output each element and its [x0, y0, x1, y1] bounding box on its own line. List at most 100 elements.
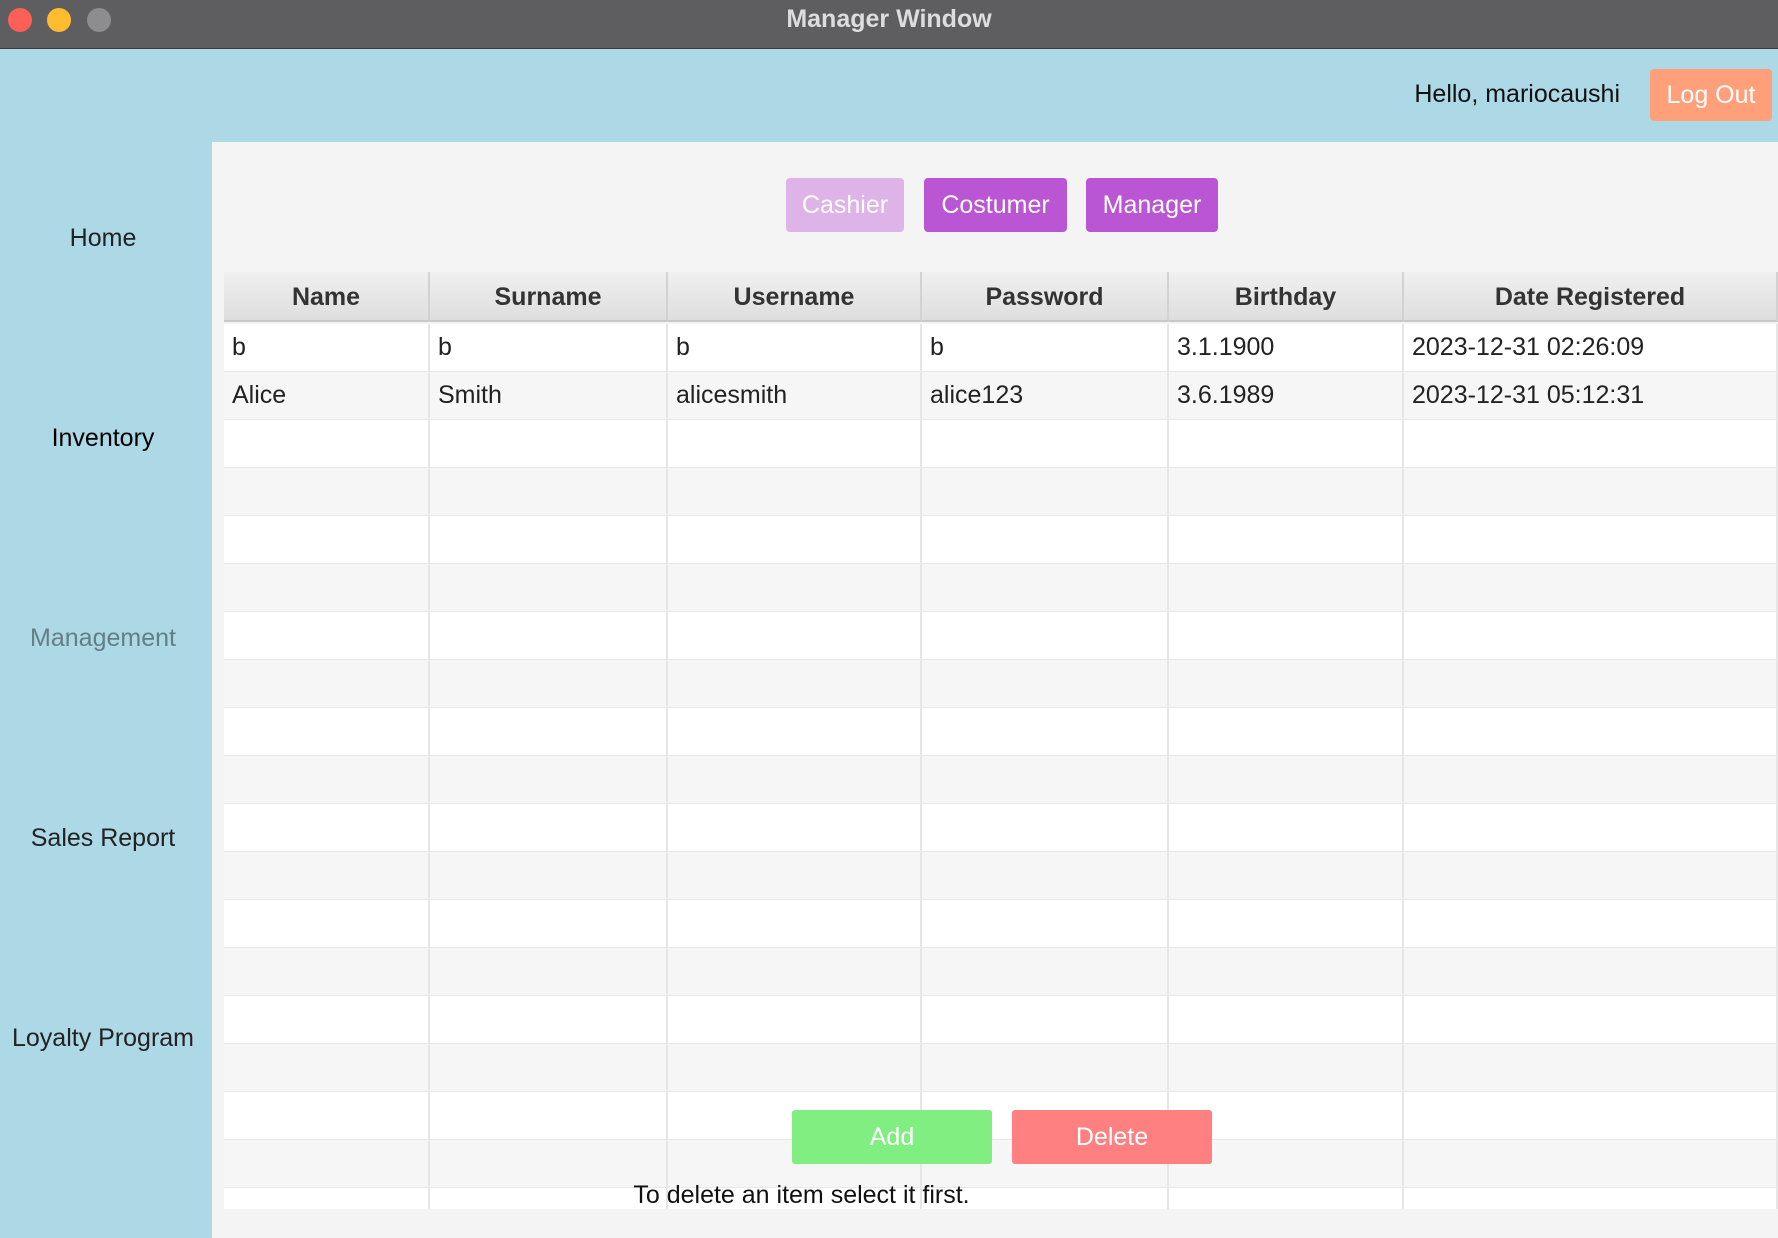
table-cell [668, 852, 922, 899]
table-cell [922, 660, 1169, 707]
table-cell [224, 708, 430, 755]
column-header-password[interactable]: Password [922, 272, 1169, 322]
table-cell [1169, 756, 1404, 803]
table-cell [430, 612, 668, 659]
table-cell: Alice [224, 372, 430, 419]
table-cell [430, 852, 668, 899]
table-cell: 2023-12-31 02:26:09 [1404, 324, 1778, 371]
table-cell [922, 468, 1169, 515]
table-row-empty[interactable] [224, 852, 1778, 900]
table-cell [224, 612, 430, 659]
delete-button[interactable]: Delete [1012, 1110, 1212, 1164]
table-cell [1404, 756, 1778, 803]
window-title: Manager Window [786, 5, 992, 33]
table-cell: b [430, 324, 668, 371]
table-cell [430, 516, 668, 563]
table-cell [668, 612, 922, 659]
table-cell [1404, 1092, 1778, 1139]
table-cell [1404, 804, 1778, 851]
column-header-username[interactable]: Username [668, 272, 922, 322]
table-cell: 2023-12-31 05:12:31 [1404, 372, 1778, 419]
table-cell [922, 996, 1169, 1043]
table-cell [668, 708, 922, 755]
table-cell [1404, 852, 1778, 899]
table-cell [224, 756, 430, 803]
table-cell: 3.1.1900 [1169, 324, 1404, 371]
table-cell: b [224, 324, 430, 371]
table-row-empty[interactable] [224, 1044, 1778, 1092]
table-cell [668, 420, 922, 467]
table-row-empty[interactable] [224, 516, 1778, 564]
table-row-empty[interactable] [224, 996, 1778, 1044]
sidebar-item-loyalty-program[interactable]: Loyalty Program [0, 1024, 206, 1053]
table-row-empty[interactable] [224, 660, 1778, 708]
table-cell [922, 708, 1169, 755]
table-cell [430, 1044, 668, 1091]
table-cell [668, 996, 922, 1043]
column-header-date-registered[interactable]: Date Registered [1404, 272, 1778, 322]
table-cell [430, 1140, 668, 1187]
table-row-empty[interactable] [224, 468, 1778, 516]
table-row[interactable]: b b b b 3.1.1900 2023-12-31 02:26:09 [224, 324, 1778, 372]
table-cell [1169, 468, 1404, 515]
table-cell [668, 756, 922, 803]
table-cell [430, 756, 668, 803]
table-row[interactable]: Alice Smith alicesmith alice123 3.6.1989 2023… [224, 372, 1778, 420]
table-cell [922, 756, 1169, 803]
table-cell [224, 900, 430, 947]
users-table[interactable]: Name Surname Username Password Birthday … [224, 272, 1778, 1209]
add-button[interactable]: Add [792, 1110, 992, 1164]
role-cashier-button[interactable]: Cashier [786, 178, 904, 232]
table-cell [1404, 900, 1778, 947]
column-header-name[interactable]: Name [224, 272, 430, 322]
table-cell [1169, 852, 1404, 899]
table-cell [1404, 420, 1778, 467]
greeting-text: Hello, mariocaushi [1414, 80, 1620, 108]
table-cell [430, 996, 668, 1043]
table-row-empty[interactable] [224, 900, 1778, 948]
table-cell [1169, 1044, 1404, 1091]
table-cell [922, 1044, 1169, 1091]
role-costumer-button[interactable]: Costumer [924, 178, 1067, 232]
table-cell: b [922, 324, 1169, 371]
column-header-surname[interactable]: Surname [430, 272, 668, 322]
table-cell [224, 420, 430, 467]
table-row-empty[interactable] [224, 1092, 1778, 1140]
title-bar: Manager Window [0, 0, 1778, 49]
table-cell [1404, 468, 1778, 515]
main-panel: Cashier Costumer Manager Name Surname Us… [212, 142, 1778, 1238]
table-cell [1404, 1188, 1778, 1209]
table-row-empty[interactable] [224, 948, 1778, 996]
table-cell [1169, 420, 1404, 467]
table-cell [430, 468, 668, 515]
sidebar-item-sales-report[interactable]: Sales Report [0, 824, 206, 853]
table-row-empty[interactable] [224, 756, 1778, 804]
table-cell [430, 708, 668, 755]
table-cell [922, 948, 1169, 995]
table-row-empty[interactable] [224, 612, 1778, 660]
table-cell [224, 804, 430, 851]
table-row-empty[interactable] [224, 708, 1778, 756]
table-row-empty[interactable] [224, 804, 1778, 852]
table-row-empty[interactable] [224, 564, 1778, 612]
sidebar-item-home[interactable]: Home [0, 224, 206, 253]
table-cell [1169, 804, 1404, 851]
column-header-birthday[interactable]: Birthday [1169, 272, 1404, 322]
table-cell [1404, 612, 1778, 659]
table-cell [224, 948, 430, 995]
sidebar-item-management[interactable]: Management [0, 624, 206, 653]
table-cell [922, 804, 1169, 851]
table-row-empty[interactable] [224, 420, 1778, 468]
table-cell [668, 804, 922, 851]
table-cell [430, 900, 668, 947]
table-cell [1169, 612, 1404, 659]
role-manager-button[interactable]: Manager [1086, 178, 1218, 232]
logout-button[interactable]: Log Out [1650, 69, 1772, 121]
table-cell [668, 948, 922, 995]
sidebar-item-inventory[interactable]: Inventory [0, 424, 206, 453]
table-cell [430, 1092, 668, 1139]
table-cell [430, 420, 668, 467]
table-cell [224, 1044, 430, 1091]
table-cell [1169, 996, 1404, 1043]
table-cell [430, 660, 668, 707]
